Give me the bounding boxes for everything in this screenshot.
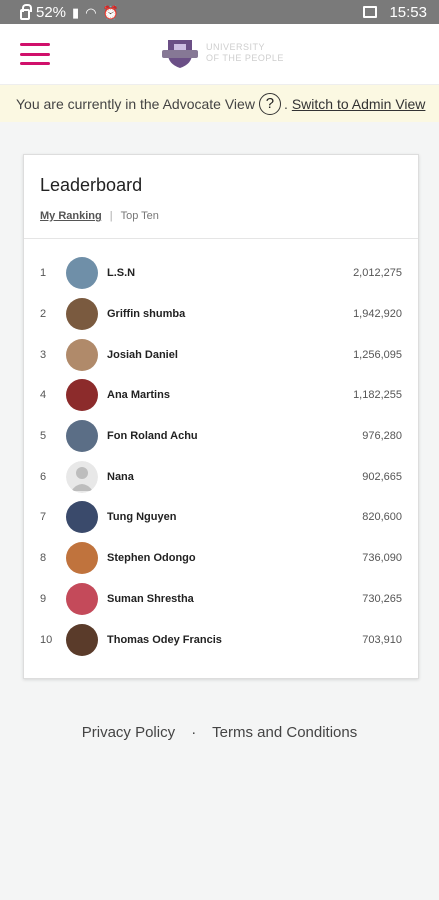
footer: Privacy Policy · Terms and Conditions — [0, 724, 439, 741]
name: Griffin shumba — [107, 308, 186, 321]
score: 976,280 — [362, 430, 402, 443]
user-silhouette-icon — [66, 460, 98, 493]
rank: 9 — [40, 592, 47, 605]
status-bar: 52% ▮ ◠ ⏰ 15:53 — [0, 0, 439, 24]
name: Thomas Odey Francis — [107, 633, 222, 646]
menu-icon[interactable] — [20, 43, 50, 65]
status-right: 15:53 — [363, 4, 427, 21]
leaderboard-row: 4 Ana Martins 1,182,255 — [24, 375, 418, 416]
name: Suman Shrestha — [107, 592, 194, 605]
score: 1,182,255 — [353, 389, 402, 402]
avatar — [66, 542, 98, 575]
avatar — [66, 420, 98, 453]
banner-separator: . — [283, 95, 288, 112]
leaderboard-list: 1 L.S.N 2,012,275 2 Griffin shumba 1,942… — [24, 239, 418, 660]
crest-icon — [162, 40, 198, 68]
terms-link[interactable]: Terms and Conditions — [212, 724, 357, 741]
alarm-icon: ⏰ — [102, 4, 119, 20]
leaderboard-row: 10 Thomas Odey Francis 703,910 — [24, 619, 418, 660]
score: 736,090 — [362, 552, 402, 565]
tab-my-ranking[interactable]: My Ranking — [40, 210, 102, 222]
university-logo[interactable]: UNIVERSITY OF THE PEOPLE — [160, 36, 284, 70]
score: 730,265 — [362, 592, 402, 605]
avatar — [66, 623, 98, 656]
logo-line-1: UNIVERSITY — [206, 42, 266, 53]
card-header: Leaderboard My Ranking | Top Ten — [24, 155, 418, 239]
rank: 2 — [40, 308, 47, 321]
avatar — [66, 257, 98, 290]
leaderboard-card: Leaderboard My Ranking | Top Ten 1 L.S.N… — [23, 154, 419, 679]
avatar-placeholder — [66, 460, 98, 493]
tab-separator: | — [109, 210, 113, 222]
rank: 7 — [40, 511, 47, 524]
leaderboard-row: 6 Nana 902,665 — [24, 456, 418, 497]
logo-text: UNIVERSITY OF THE PEOPLE — [206, 42, 284, 64]
switch-to-admin-link[interactable]: Switch to Admin View — [292, 96, 426, 112]
avatar — [66, 379, 98, 412]
rank: 1 — [40, 267, 47, 280]
score: 2,012,275 — [353, 267, 402, 280]
leaderboard-row: 1 L.S.N 2,012,275 — [24, 253, 418, 294]
card-title: Leaderboard — [40, 175, 143, 195]
name: Ana Martins — [107, 389, 170, 402]
banner-text: You are currently in the Advocate View — [16, 95, 255, 112]
rank: 3 — [40, 348, 47, 361]
rank: 10 — [40, 633, 53, 646]
name: Fon Roland Achu — [107, 430, 198, 443]
signal-icon: ▮ — [72, 4, 80, 20]
ranking-tabs: My Ranking | Top Ten — [40, 210, 402, 222]
rank: 8 — [40, 552, 47, 565]
footer-separator: · — [191, 724, 197, 741]
tab-top-ten[interactable]: Top Ten — [121, 210, 159, 222]
score: 902,665 — [362, 470, 402, 483]
clock: 15:53 — [389, 3, 427, 21]
menu-bar — [20, 62, 50, 65]
wifi-icon: ◠ — [85, 4, 97, 20]
name: Stephen Odongo — [107, 552, 196, 565]
app-header: UNIVERSITY OF THE PEOPLE — [0, 24, 439, 84]
name: Josiah Daniel — [107, 348, 178, 361]
avatar — [66, 298, 98, 331]
privacy-policy-link[interactable]: Privacy Policy — [82, 724, 175, 741]
status-left: 52% ▮ ◠ ⏰ — [20, 3, 119, 21]
avatar — [66, 582, 98, 615]
name: L.S.N — [107, 267, 136, 280]
help-icon[interactable]: ? — [258, 92, 281, 115]
leaderboard-row: 5 Fon Roland Achu 976,280 — [24, 416, 418, 457]
score: 820,600 — [362, 511, 402, 524]
score: 1,942,920 — [353, 308, 402, 321]
name: Nana — [107, 470, 134, 483]
lock-icon — [20, 3, 32, 20]
battery-percent: 52% — [36, 3, 67, 21]
leaderboard-row: 7 Tung Nguyen 820,600 — [24, 497, 418, 538]
name: Tung Nguyen — [107, 511, 177, 524]
score: 1,256,095 — [353, 348, 402, 361]
rank: 6 — [40, 470, 47, 483]
menu-bar — [20, 43, 50, 46]
leaderboard-row: 8 Stephen Odongo 736,090 — [24, 538, 418, 579]
avatar — [66, 501, 98, 534]
leaderboard-row: 9 Suman Shrestha 730,265 — [24, 579, 418, 620]
score: 703,910 — [362, 633, 402, 646]
leaderboard-row: 2 Griffin shumba 1,942,920 — [24, 294, 418, 335]
leaderboard-row: 3 Josiah Daniel 1,256,095 — [24, 334, 418, 375]
view-banner: You are currently in the Advocate View ?… — [0, 84, 439, 122]
rank: 5 — [40, 430, 47, 443]
gallery-icon — [363, 6, 378, 18]
avatar — [66, 338, 98, 371]
logo-line-2: OF THE PEOPLE — [206, 53, 284, 63]
menu-bar — [20, 52, 50, 56]
rank: 4 — [40, 389, 47, 402]
